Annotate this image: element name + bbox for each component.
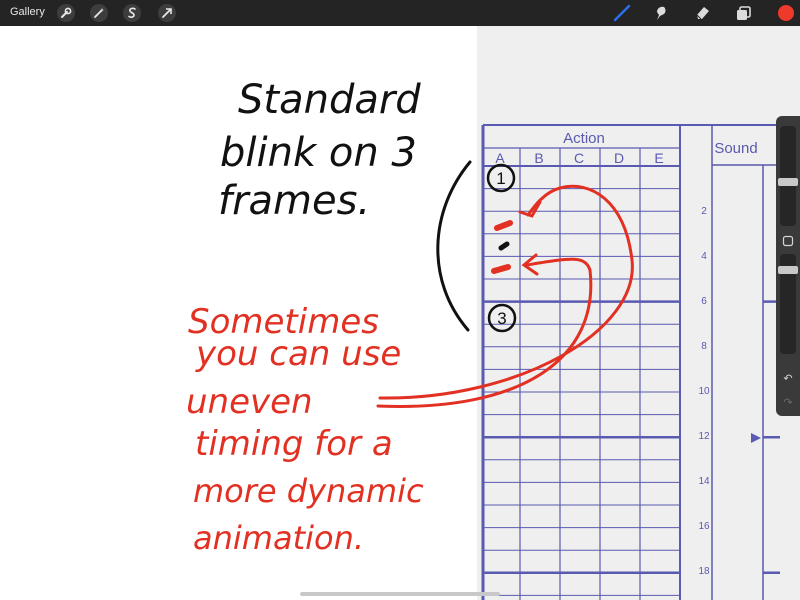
brush-size-thumb[interactable] [778,178,798,186]
frame-marker-1-label: 1 [496,169,505,188]
note-line-1: Standard [238,77,421,123]
red-arrow-outer [378,184,634,400]
red-note-line-2: you can use [195,334,401,374]
undo-button[interactable]: ↶ [776,372,800,385]
red-frame-mark-1 [494,220,513,231]
home-indicator [300,592,500,596]
frame-marker-3-label: 3 [497,309,506,328]
opacity-slider[interactable] [778,254,798,354]
red-note-line-4: timing for a [195,424,393,464]
note-line-3: frames. [218,178,370,224]
red-note-line-5: more dynamic [193,472,424,510]
annotation-layer: Standard blink on 3 frames. 1 3 Sometime… [186,77,634,557]
note-line-2: blink on 3 [220,130,417,176]
bracket-stroke [436,160,472,332]
brush-size-slider[interactable] [778,126,798,226]
red-note-line-3: uneven [186,382,313,422]
opacity-thumb[interactable] [778,266,798,274]
red-note-line-6: animation. [193,519,364,557]
brush-sidebar: ↶ ↷ [776,116,800,416]
red-frame-mark-2 [491,264,511,274]
black-frame-mark [498,241,510,251]
modify-button[interactable] [776,235,800,250]
redo-button[interactable]: ↷ [776,396,800,409]
